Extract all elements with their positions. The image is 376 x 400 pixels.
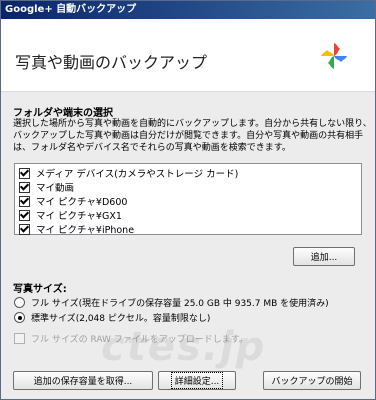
- folder-checkbox[interactable]: [19, 223, 30, 235]
- folder-item-my-videos[interactable]: マイ動画: [19, 180, 361, 194]
- folder-item-gx1[interactable]: マイ ピクチャ¥GX1: [19, 208, 361, 222]
- add-folder-button[interactable]: 追加...: [293, 247, 355, 266]
- full-size-radio[interactable]: [14, 297, 25, 308]
- standard-size-option[interactable]: 標準サイズ(2,048 ピクセル。容量制限なし): [14, 311, 210, 324]
- watermark: ctes.jp: [101, 324, 267, 370]
- raw-upload-checkbox: [14, 333, 25, 344]
- standard-size-label: 標準サイズ(2,048 ピクセル。容量制限なし): [31, 314, 211, 324]
- photo-size-heading: 写真サイズ:: [13, 284, 67, 295]
- dialog-body: フォルダや端末の選択 選択した場所から写真や動画を自動的にバックアップします。自…: [1, 92, 375, 399]
- dialog-header: 写真や動画のバックアップ: [1, 19, 375, 92]
- get-more-storage-label: 追加の保存容量を取得...: [33, 377, 133, 387]
- window-title-bar[interactable]: Google+ 自動バックアップ: [1, 1, 375, 19]
- description-line: は、フォルダ名やデバイス名でそれらの写真や動画を検索できます。: [13, 143, 291, 153]
- description-line: バックアップした写真や動画は自分だけが閲覧できます。自分や写真や動画の共有相手: [13, 131, 364, 141]
- folders-description: 選択した場所から写真や動画を自動的にバックアップします。自分から共有しない限り、…: [13, 118, 372, 154]
- folder-checkbox[interactable]: [19, 167, 30, 179]
- google-photos-pinwheel-icon: [321, 43, 347, 69]
- backup-dialog-window: Google+ 自動バックアップ 写真や動画のバックアップ フォルダや端末の選択…: [0, 0, 376, 400]
- folder-checkbox[interactable]: [19, 195, 30, 207]
- folder-item-iphone[interactable]: マイ ピクチャ¥iPhone: [19, 222, 361, 236]
- window-title: Google+ 自動バックアップ: [5, 4, 137, 15]
- folders-heading: フォルダや端末の選択: [13, 108, 113, 119]
- full-size-option[interactable]: フル サイズ(現在ドライブの保存容量 25.0 GB 中 935.7 MB を使…: [14, 296, 329, 309]
- folder-label: マイ ピクチャ¥iPhone: [36, 225, 135, 236]
- start-backup-button[interactable]: バックアップの開始: [263, 371, 361, 390]
- folder-checkbox[interactable]: [19, 209, 30, 221]
- page-title: 写真や動画のバックアップ: [15, 53, 208, 72]
- folder-item-d600[interactable]: マイ ピクチャ¥D600: [19, 194, 361, 208]
- add-folder-button-label: 追加...: [310, 253, 338, 263]
- folder-item-media-devices[interactable]: メディア デバイス(カメラやストレージ カード): [19, 166, 361, 180]
- folder-list[interactable]: メディア デバイス(カメラやストレージ カード) マイ動画 マイ ピクチャ¥D6…: [14, 163, 362, 236]
- folder-label: マイ ピクチャ¥GX1: [36, 211, 122, 222]
- description-line: 選択した場所から写真や動画を自動的にバックアップします。自分から共有しない限り、: [13, 119, 372, 129]
- get-more-storage-button[interactable]: 追加の保存容量を取得...: [13, 371, 153, 390]
- folder-label: メディア デバイス(カメラやストレージ カード): [36, 169, 239, 180]
- folder-checkbox[interactable]: [19, 181, 30, 193]
- folder-label: マイ ピクチャ¥D600: [36, 197, 128, 208]
- advanced-settings-button[interactable]: 詳細設定...: [158, 371, 236, 390]
- standard-size-radio[interactable]: [14, 312, 25, 323]
- advanced-settings-label: 詳細設定...: [170, 372, 224, 389]
- full-size-label: フル サイズ(現在ドライブの保存容量 25.0 GB 中 935.7 MB を使…: [31, 299, 329, 309]
- start-backup-label: バックアップの開始: [271, 377, 353, 387]
- folder-label: マイ動画: [36, 183, 75, 194]
